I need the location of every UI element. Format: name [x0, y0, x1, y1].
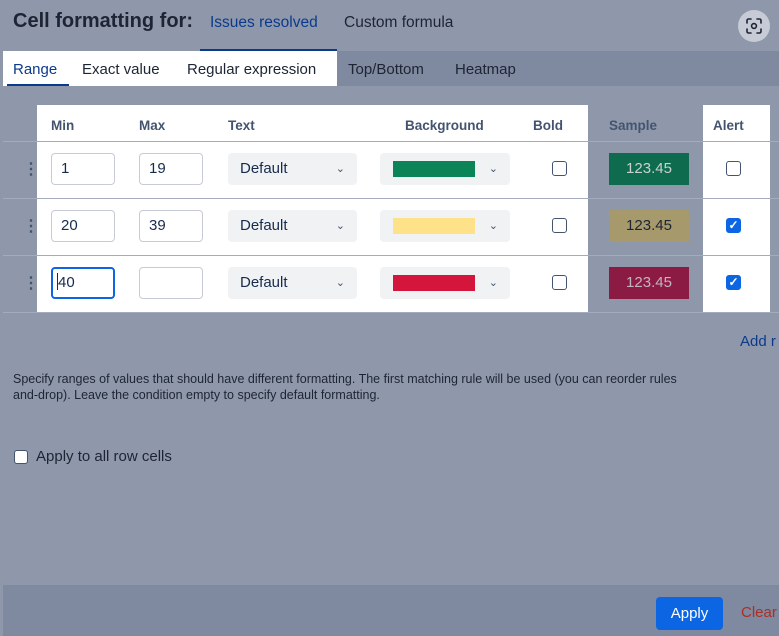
color-swatch	[393, 161, 475, 177]
column-header-min: Min	[51, 118, 75, 133]
subtab-range[interactable]: Range	[13, 61, 57, 78]
alert-checkbox[interactable]: ✓	[726, 218, 741, 233]
chevron-down-icon: ⌄	[335, 163, 345, 175]
background-color-select[interactable]: ⌄	[380, 153, 510, 185]
apply-button[interactable]: Apply	[656, 597, 723, 630]
bold-checkbox[interactable]	[552, 161, 567, 176]
cell-formatting-dialog: Cell formatting for: Issues resolved Cus…	[3, 0, 779, 636]
text-style-value: Default	[240, 274, 288, 291]
row-divider	[3, 198, 779, 199]
subtab-top-bottom[interactable]: Top/Bottom	[348, 61, 424, 78]
min-input-value: 40	[58, 274, 75, 291]
chevron-down-icon: ⌄	[335, 220, 345, 232]
min-input[interactable]: 40	[51, 267, 115, 299]
clear-button[interactable]: Clear	[741, 604, 777, 621]
subtab-exact-value[interactable]: Exact value	[82, 61, 160, 78]
column-header-text: Text	[228, 118, 255, 133]
chevron-down-icon: ⌄	[488, 163, 498, 175]
sample-preview: 123.45	[609, 267, 689, 299]
text-style-select[interactable]: Default ⌄	[228, 267, 357, 299]
row-divider	[3, 255, 779, 256]
screenshot-icon	[746, 18, 762, 34]
background-color-select[interactable]: ⌄	[380, 267, 510, 299]
row-divider	[3, 312, 779, 313]
column-header-sample: Sample	[609, 118, 658, 133]
dialog-title: Cell formatting for:	[13, 10, 193, 32]
add-rule-link[interactable]: Add r	[740, 333, 776, 350]
chevron-down-icon: ⌄	[335, 277, 345, 289]
text-style-value: Default	[240, 217, 288, 234]
drag-handle-icon[interactable]: ⋮	[23, 276, 39, 292]
sample-preview: 123.45	[609, 210, 689, 242]
alert-checkbox[interactable]: ✓	[726, 275, 741, 290]
bold-checkbox[interactable]	[552, 218, 567, 233]
text-style-select[interactable]: Default ⌄	[228, 210, 357, 242]
sample-preview: 123.45	[609, 153, 689, 185]
column-header-max: Max	[139, 118, 166, 133]
screenshot-button[interactable]	[738, 10, 770, 42]
apply-all-checkbox[interactable]	[14, 450, 28, 464]
apply-all-label[interactable]: Apply to all row cells	[36, 448, 172, 465]
color-swatch	[393, 218, 475, 234]
text-style-value: Default	[240, 160, 288, 177]
drag-handle-icon[interactable]: ⋮	[23, 219, 39, 235]
max-input[interactable]: 19	[139, 153, 203, 185]
subtab-heatmap[interactable]: Heatmap	[455, 61, 516, 78]
subtab-regular-expression[interactable]: Regular expression	[187, 61, 316, 78]
tab-custom-formula[interactable]: Custom formula	[344, 14, 453, 32]
color-swatch	[393, 275, 475, 291]
min-input[interactable]: 1	[51, 153, 115, 185]
help-text: Specify ranges of values that should hav…	[13, 372, 677, 402]
row-divider	[3, 141, 779, 142]
chevron-down-icon: ⌄	[488, 220, 498, 232]
text-style-select[interactable]: Default ⌄	[228, 153, 357, 185]
column-header-background: Background	[405, 118, 484, 133]
column-header-alert: Alert	[713, 118, 744, 133]
column-header-bold: Bold	[533, 118, 563, 133]
max-input[interactable]	[139, 267, 203, 299]
bold-checkbox[interactable]	[552, 275, 567, 290]
active-subtab-indicator	[7, 84, 69, 86]
min-input[interactable]: 20	[51, 210, 115, 242]
tab-issues-resolved[interactable]: Issues resolved	[210, 14, 318, 32]
drag-handle-icon[interactable]: ⋮	[23, 162, 39, 178]
max-input[interactable]: 39	[139, 210, 203, 242]
chevron-down-icon: ⌄	[488, 277, 498, 289]
alert-checkbox[interactable]	[726, 161, 741, 176]
background-color-select[interactable]: ⌄	[380, 210, 510, 242]
